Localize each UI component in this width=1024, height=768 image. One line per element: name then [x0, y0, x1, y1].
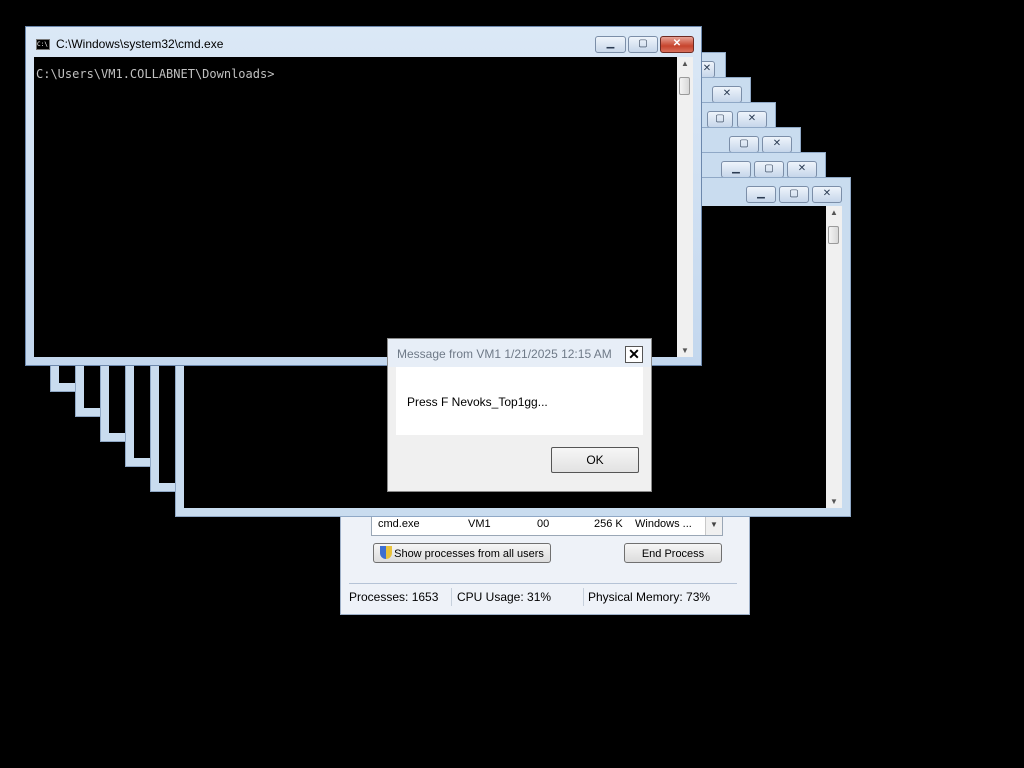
show-all-processes-label: Show processes from all users [394, 548, 544, 560]
cmd-window[interactable]: C:\ C:\Windows\system32\cmd.exe ▁ ▢ ✕ C:… [25, 26, 702, 366]
process-user: VM1 [468, 518, 491, 530]
close-icon[interactable]: ✕ [660, 36, 694, 53]
process-image-name: cmd.exe [378, 518, 420, 530]
dialog-title: Message from VM1 1/21/2025 12:15 AM [397, 347, 612, 361]
ok-button[interactable]: OK [551, 447, 639, 473]
process-description: Windows ... [635, 518, 692, 530]
close-icon[interactable]: ✕ [787, 161, 817, 178]
maximize-icon[interactable]: ▢ [754, 161, 784, 178]
show-all-processes-button[interactable]: Show processes from all users [373, 543, 551, 563]
scroll-thumb[interactable] [828, 226, 839, 244]
status-divider [451, 588, 452, 606]
message-dialog: Message from VM1 1/21/2025 12:15 AM ✕ Pr… [387, 338, 652, 492]
vertical-scrollbar[interactable]: ▲ ▼ [677, 57, 693, 357]
console-output[interactable]: C:\Users\VM1.COLLABNET\Downloads> [34, 57, 677, 357]
task-manager-window: cmd.exe VM1 00 256 K Windows ... ▼ Show … [340, 505, 750, 615]
close-icon[interactable]: ✕ [812, 186, 842, 203]
minimize-icon[interactable]: ▁ [721, 161, 751, 178]
close-icon[interactable]: ✕ [712, 86, 742, 103]
divider [349, 583, 737, 584]
close-icon[interactable]: ✕ [737, 111, 767, 128]
minimize-icon[interactable]: ▁ [746, 186, 776, 203]
end-process-button[interactable]: End Process [624, 543, 722, 563]
minimize-icon[interactable]: ▁ [595, 36, 626, 53]
shield-icon [380, 546, 393, 559]
process-cpu: 00 [537, 518, 550, 530]
maximize-icon[interactable]: ▢ [729, 136, 759, 153]
cmd-icon: C:\ [36, 39, 50, 50]
status-cpu-usage: CPU Usage: 31% [457, 590, 552, 604]
chevron-down-icon[interactable]: ▼ [705, 515, 722, 535]
vertical-scrollbar[interactable]: ▲ ▼ [826, 206, 842, 508]
status-bar: Processes: 1653 CPU Usage: 31% Physical … [345, 586, 745, 610]
status-processes: Processes: 1653 [349, 590, 439, 604]
scroll-thumb[interactable] [679, 77, 690, 95]
status-physical-memory: Physical Memory: 73% [588, 590, 711, 604]
dialog-caption-bar: Message from VM1 1/21/2025 12:15 AM ✕ [388, 339, 651, 367]
process-row-cmd[interactable]: cmd.exe VM1 00 256 K Windows ... ▼ [371, 514, 723, 536]
dialog-body: Press F Nevoks_Top1gg... [396, 367, 643, 435]
maximize-icon[interactable]: ▢ [628, 36, 658, 53]
scroll-up-icon[interactable]: ▲ [826, 208, 842, 217]
close-icon[interactable]: ✕ [762, 136, 792, 153]
status-divider [583, 588, 584, 606]
close-icon[interactable]: ✕ [625, 346, 643, 363]
scroll-down-icon[interactable]: ▼ [677, 346, 693, 355]
scroll-up-icon[interactable]: ▲ [677, 59, 693, 68]
process-memory: 256 K [594, 518, 623, 530]
dialog-message: Press F Nevoks_Top1gg... [407, 395, 548, 409]
scroll-down-icon[interactable]: ▼ [826, 497, 842, 506]
maximize-icon[interactable]: ▢ [707, 111, 733, 128]
console-prompt: C:\Users\VM1.COLLABNET\Downloads> [36, 67, 275, 81]
maximize-icon[interactable]: ▢ [779, 186, 809, 203]
window-title: C:\Windows\system32\cmd.exe [56, 37, 224, 51]
